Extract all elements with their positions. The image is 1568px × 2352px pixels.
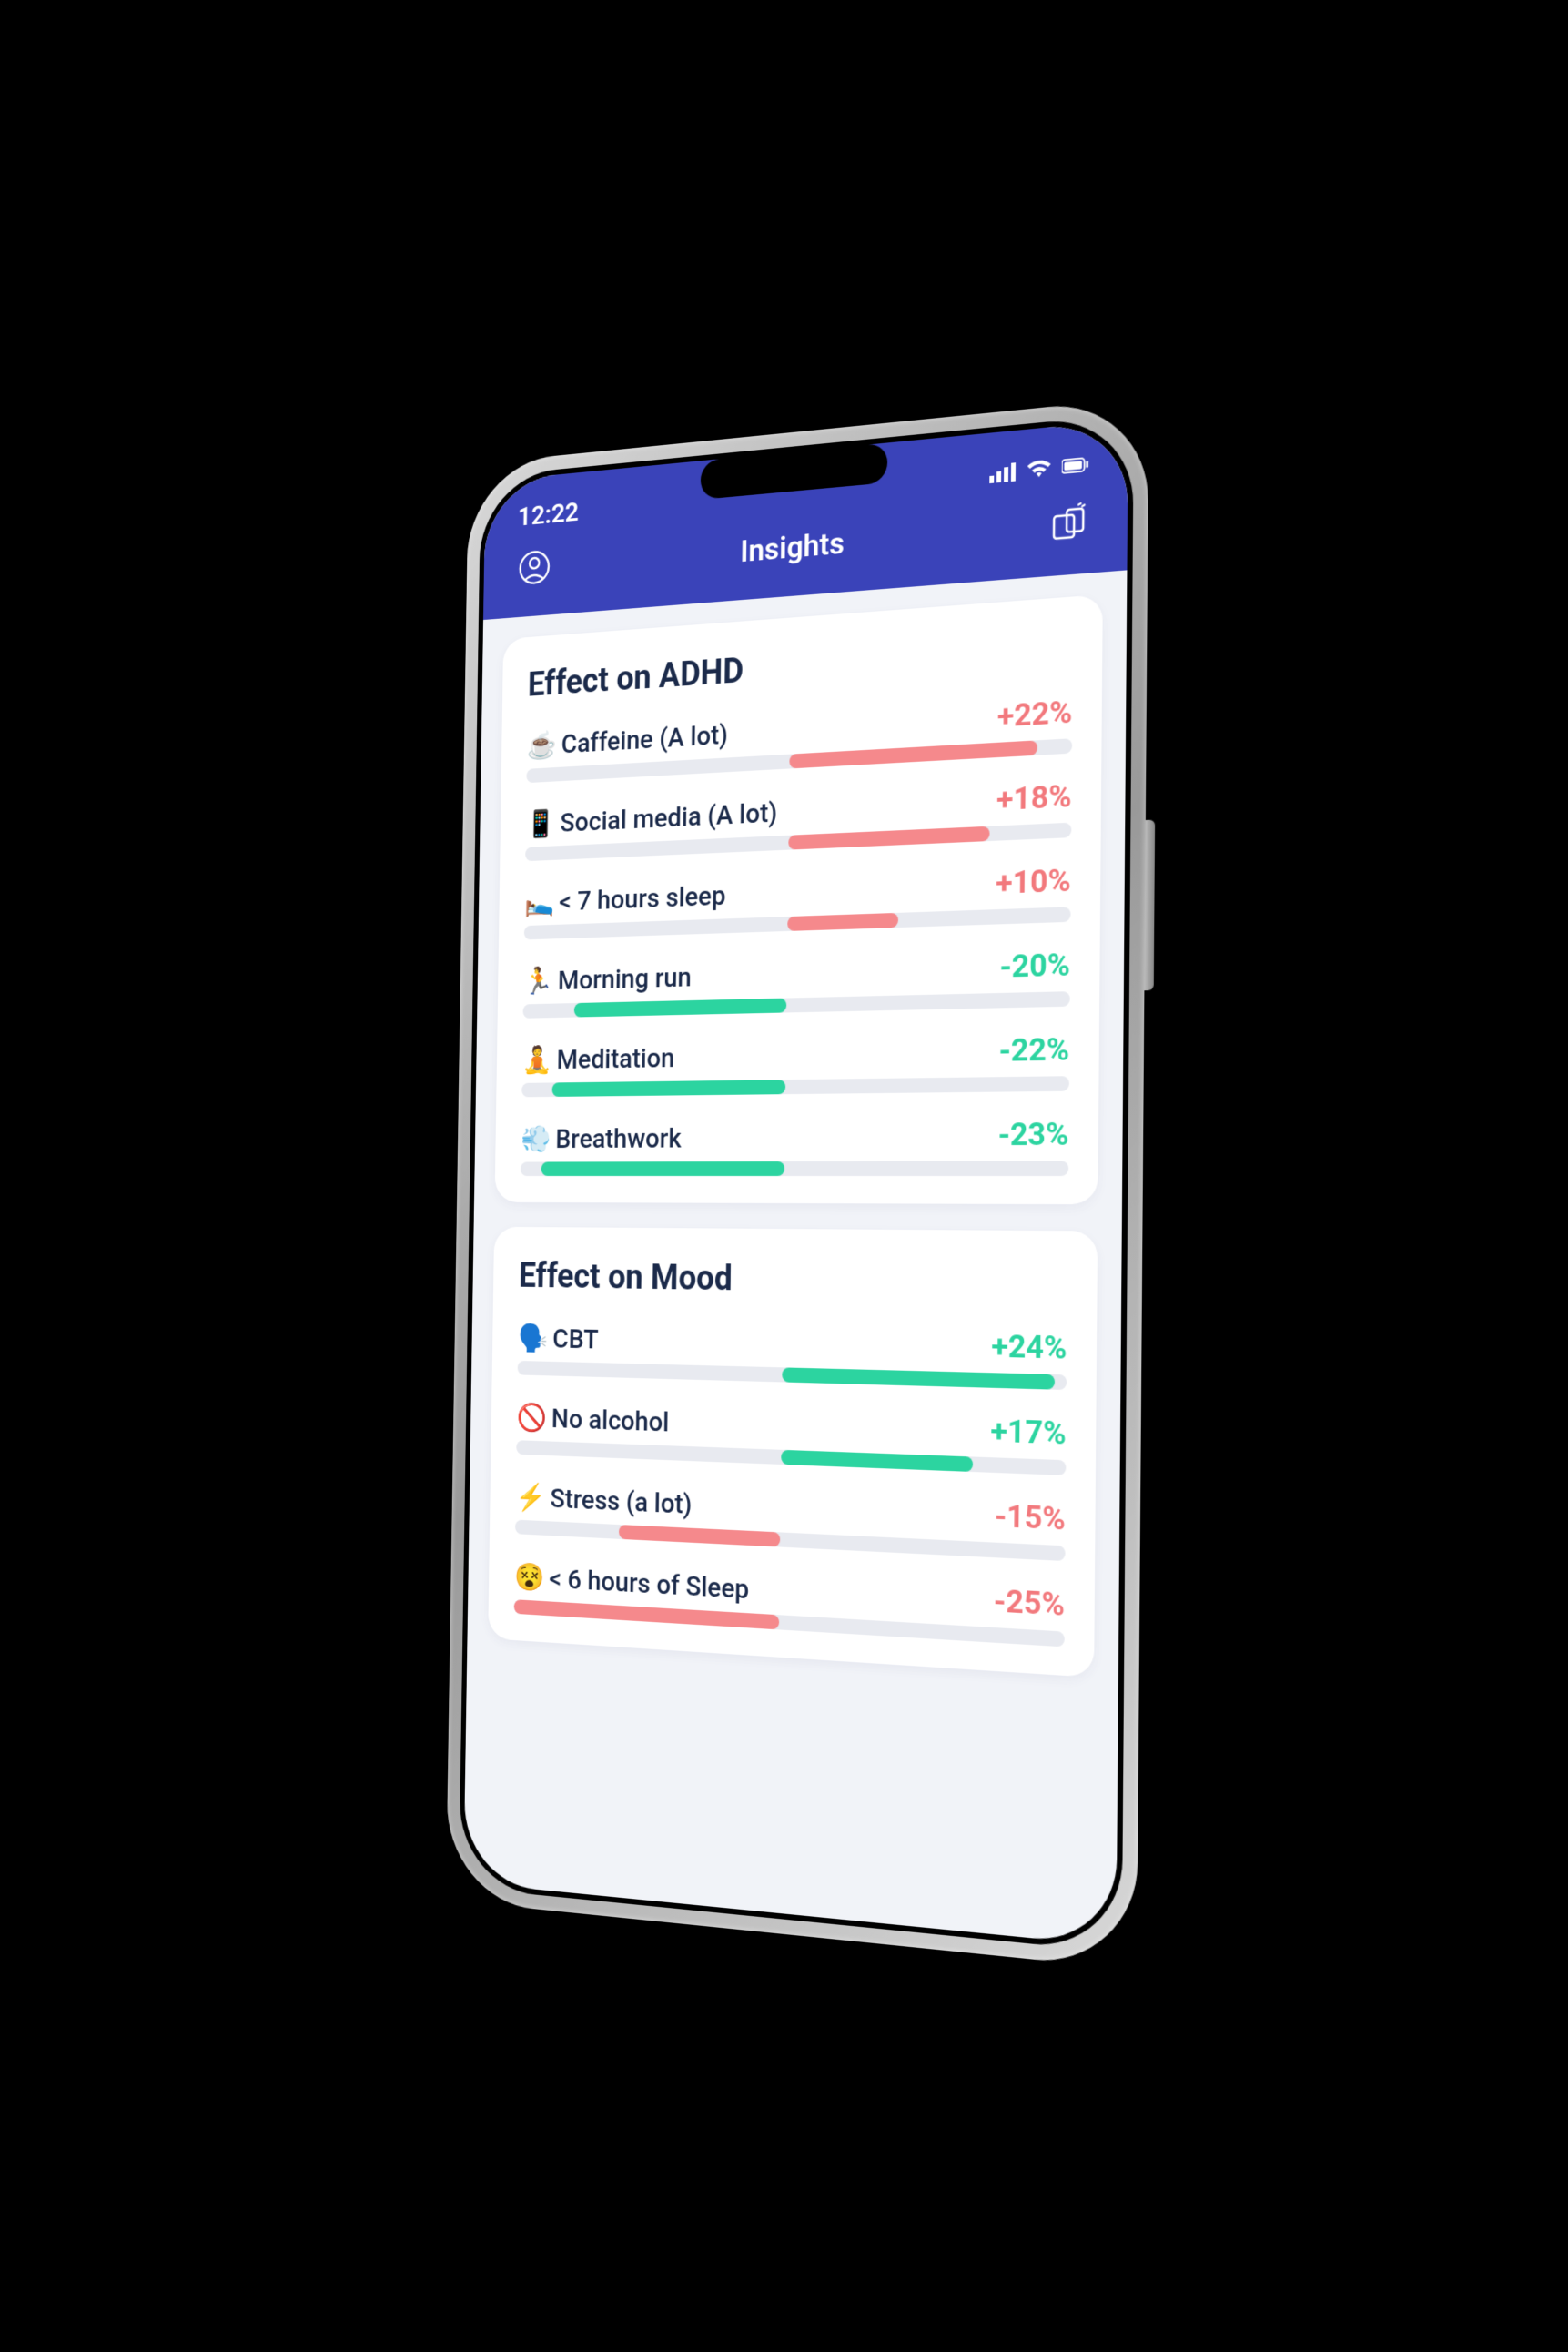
effect-bar-fill xyxy=(787,913,898,931)
row-emoji-icon: 📱 xyxy=(525,808,555,840)
row-label-text: Meditation xyxy=(556,1043,674,1076)
row-label-text: CBT xyxy=(552,1323,599,1355)
effect-bar xyxy=(520,1161,1067,1176)
status-time: 12:22 xyxy=(517,497,579,532)
row-label-text: Morning run xyxy=(557,962,691,997)
row-value: +24% xyxy=(991,1328,1067,1367)
row-label: 🧘Meditation xyxy=(521,1043,674,1077)
insight-row[interactable]: 🏃Morning run -20% xyxy=(522,947,1070,1019)
insight-row[interactable]: 🧘Meditation -22% xyxy=(521,1031,1069,1098)
phone-frame: 12:22 xyxy=(445,397,1148,1970)
effect-bar-fill xyxy=(781,1450,972,1472)
card-title: Effect on Mood xyxy=(518,1257,1067,1304)
row-value: -22% xyxy=(998,1031,1069,1070)
row-label-text: < 7 hours sleep xyxy=(559,880,726,917)
row-emoji-icon: 😵 xyxy=(513,1561,543,1594)
effect-bar xyxy=(522,991,1069,1019)
row-value: -15% xyxy=(994,1497,1065,1538)
row-label: 🗣️CBT xyxy=(517,1323,598,1355)
effect-bar-fill xyxy=(788,826,990,850)
row-value: -20% xyxy=(999,947,1070,986)
effect-bar-fill xyxy=(618,1525,779,1547)
card-title: Effect on ADHD xyxy=(527,628,1073,705)
row-label: 💨Breathwork xyxy=(521,1123,682,1155)
insight-row[interactable]: 📱Social media (A lot) +18% xyxy=(525,777,1072,861)
effect-bar-fill xyxy=(782,1367,1055,1389)
insight-row[interactable]: 🚫No alcohol +17% xyxy=(516,1398,1067,1475)
row-label: ⚡Stress (a lot) xyxy=(515,1482,692,1521)
effect-bar-fill xyxy=(551,1080,784,1097)
row-emoji-icon: ⚡ xyxy=(515,1482,545,1515)
row-label: 🛌< 7 hours sleep xyxy=(524,880,726,918)
side-power-button xyxy=(1144,820,1155,991)
row-label-text: Caffeine (A lot) xyxy=(561,719,727,760)
row-value: +22% xyxy=(996,694,1072,735)
insight-card: Effect on ADHD ☕Caffeine (A lot) +22% 📱Soci… xyxy=(494,594,1102,1204)
effect-bar xyxy=(521,1076,1069,1097)
row-value: +10% xyxy=(996,862,1071,902)
insight-row[interactable]: ⚡Stress (a lot) -15% xyxy=(514,1477,1065,1561)
insight-row[interactable]: 🗣️CBT +24% xyxy=(517,1318,1067,1390)
row-value: -25% xyxy=(993,1582,1065,1624)
insight-row[interactable]: 💨Breathwork -23% xyxy=(520,1116,1068,1176)
insight-card: Effect on Mood 🗣️CBT +24% 🚫No alcohol +17% ⚡S… xyxy=(488,1227,1098,1678)
battery-icon xyxy=(1061,450,1088,484)
row-label: 🏃Morning run xyxy=(522,962,691,998)
row-value: +17% xyxy=(990,1413,1066,1453)
row-label-text: Social media (A lot) xyxy=(560,797,777,839)
row-emoji-icon: 🏃 xyxy=(522,966,552,998)
row-emoji-icon: 🗣️ xyxy=(517,1323,547,1354)
row-label: 📱Social media (A lot) xyxy=(525,797,777,840)
insight-row[interactable]: 😵< 6 hours of Sleep -25% xyxy=(513,1556,1065,1647)
row-label-text: Breathwork xyxy=(555,1123,682,1155)
row-label: 🚫No alcohol xyxy=(516,1402,669,1438)
row-label: ☕Caffeine (A lot) xyxy=(526,719,727,762)
profile-icon[interactable] xyxy=(516,547,551,592)
row-label-text: < 6 hours of Sleep xyxy=(549,1563,749,1606)
devices-icon[interactable] xyxy=(1047,501,1088,549)
row-value: +18% xyxy=(996,777,1071,818)
screen: 12:22 xyxy=(463,420,1128,1946)
row-emoji-icon: 🛌 xyxy=(524,887,554,919)
cellular-icon xyxy=(989,456,1017,491)
wifi-icon xyxy=(1025,452,1052,487)
row-label-text: Stress (a lot) xyxy=(550,1483,692,1520)
effect-bar-fill xyxy=(541,1161,784,1176)
row-emoji-icon: 🚫 xyxy=(516,1402,546,1434)
insight-row[interactable]: 🛌< 7 hours sleep +10% xyxy=(523,862,1070,940)
effect-bar-fill xyxy=(573,999,786,1018)
insight-row[interactable]: ☕Caffeine (A lot) +22% xyxy=(526,694,1072,783)
row-label-text: No alcohol xyxy=(551,1404,669,1439)
row-emoji-icon: ☕ xyxy=(526,730,556,762)
row-label: 😵< 6 hours of Sleep xyxy=(513,1561,748,1606)
row-emoji-icon: 💨 xyxy=(521,1124,551,1155)
row-value: -23% xyxy=(997,1116,1068,1154)
row-emoji-icon: 🧘 xyxy=(521,1045,551,1076)
content-area: Effect on ADHD ☕Caffeine (A lot) +22% 📱Soci… xyxy=(463,570,1127,1946)
